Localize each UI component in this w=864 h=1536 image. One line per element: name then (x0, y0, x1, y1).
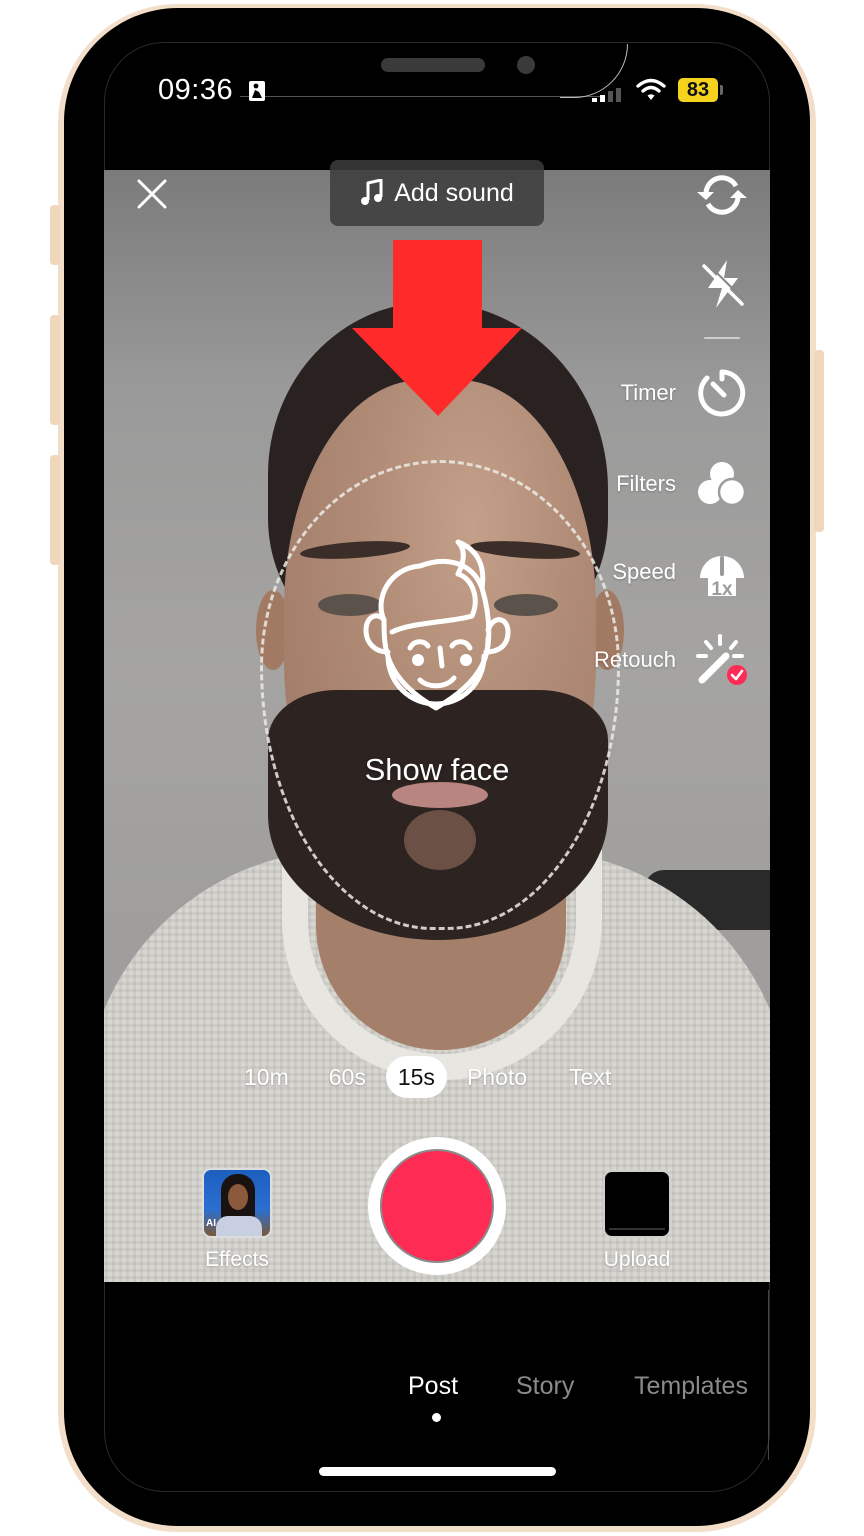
annotation-arrow-shape (352, 240, 522, 416)
music-note-icon (361, 179, 383, 205)
tool-timer[interactable]: Timer (621, 367, 748, 419)
retouch-wand-icon (696, 634, 747, 685)
timer-icon (698, 369, 746, 417)
thumbnail-face (228, 1184, 248, 1210)
tool-timer-label: Timer (620, 380, 676, 405)
effects-label: Effects (205, 1248, 269, 1271)
front-camera (517, 56, 535, 74)
duration-selector: 10m 60s 15s Photo Text (230, 1056, 625, 1098)
wifi-icon (636, 78, 666, 100)
thumbnail-shirt (216, 1216, 262, 1236)
home-indicator[interactable] (319, 1467, 556, 1476)
ai-badge: AI (206, 1218, 216, 1229)
cellular-signal-icon (592, 88, 621, 102)
effects-button[interactable]: AI Effects (196, 1168, 278, 1272)
duration-option-60s[interactable]: 60s (315, 1056, 380, 1098)
record-button-inner (380, 1149, 494, 1263)
notch-edge (240, 96, 600, 97)
duration-option-15s[interactable]: 15s (385, 1056, 447, 1098)
screen-edge-line (768, 1290, 769, 1460)
record-button[interactable] (368, 1137, 506, 1275)
battery-icon: 83 (678, 78, 718, 102)
phone-side-button (50, 205, 60, 265)
upload-thumbnail (603, 1170, 671, 1238)
tab-post[interactable]: Post (408, 1372, 458, 1401)
close-icon[interactable] (134, 176, 170, 212)
annotation-arrow-icon (352, 240, 522, 416)
battery-tip (720, 85, 723, 95)
phone-volume-up-button (50, 315, 60, 425)
tool-speed-label: Speed (612, 559, 676, 584)
status-time: 09:36 (158, 74, 234, 106)
tool-filters[interactable]: Filters (616, 458, 748, 510)
upload-button[interactable]: Upload (596, 1170, 678, 1272)
duration-option-10m[interactable]: 10m (230, 1056, 303, 1098)
phone-volume-down-button (50, 455, 60, 565)
effects-thumbnail: AI (202, 1168, 272, 1238)
add-sound-button[interactable]: Add sound (330, 160, 544, 226)
selected-tab-indicator (432, 1413, 441, 1422)
phone-power-button (814, 350, 824, 532)
face-outline-icon (363, 539, 511, 711)
flip-camera-icon[interactable] (694, 170, 750, 220)
upload-label: Upload (603, 1248, 671, 1271)
retouch-enabled-badge (727, 665, 747, 685)
duration-option-text[interactable]: Text (555, 1056, 625, 1098)
tab-templates[interactable]: Templates (634, 1372, 748, 1401)
tool-retouch-label: Retouch (594, 647, 676, 672)
show-face-prompt: Show face (364, 752, 510, 787)
tool-filters-label: Filters (616, 471, 676, 496)
duration-option-photo[interactable]: Photo (453, 1056, 541, 1098)
speed-badge: 1x (711, 579, 733, 598)
speaker-grille (381, 58, 485, 72)
tab-story[interactable]: Story (516, 1372, 574, 1401)
add-sound-label: Add sound (394, 178, 514, 207)
filters-icon (698, 462, 747, 507)
tools-separator (704, 337, 740, 339)
flash-off-icon[interactable] (700, 258, 746, 310)
tool-retouch[interactable]: Retouch (594, 634, 748, 686)
mode-tabs: Post Story Templates (0, 1372, 864, 1412)
person-activity-icon (249, 81, 265, 101)
speed-icon: 1x (700, 556, 744, 598)
tool-speed[interactable]: Speed 1x (612, 546, 748, 598)
